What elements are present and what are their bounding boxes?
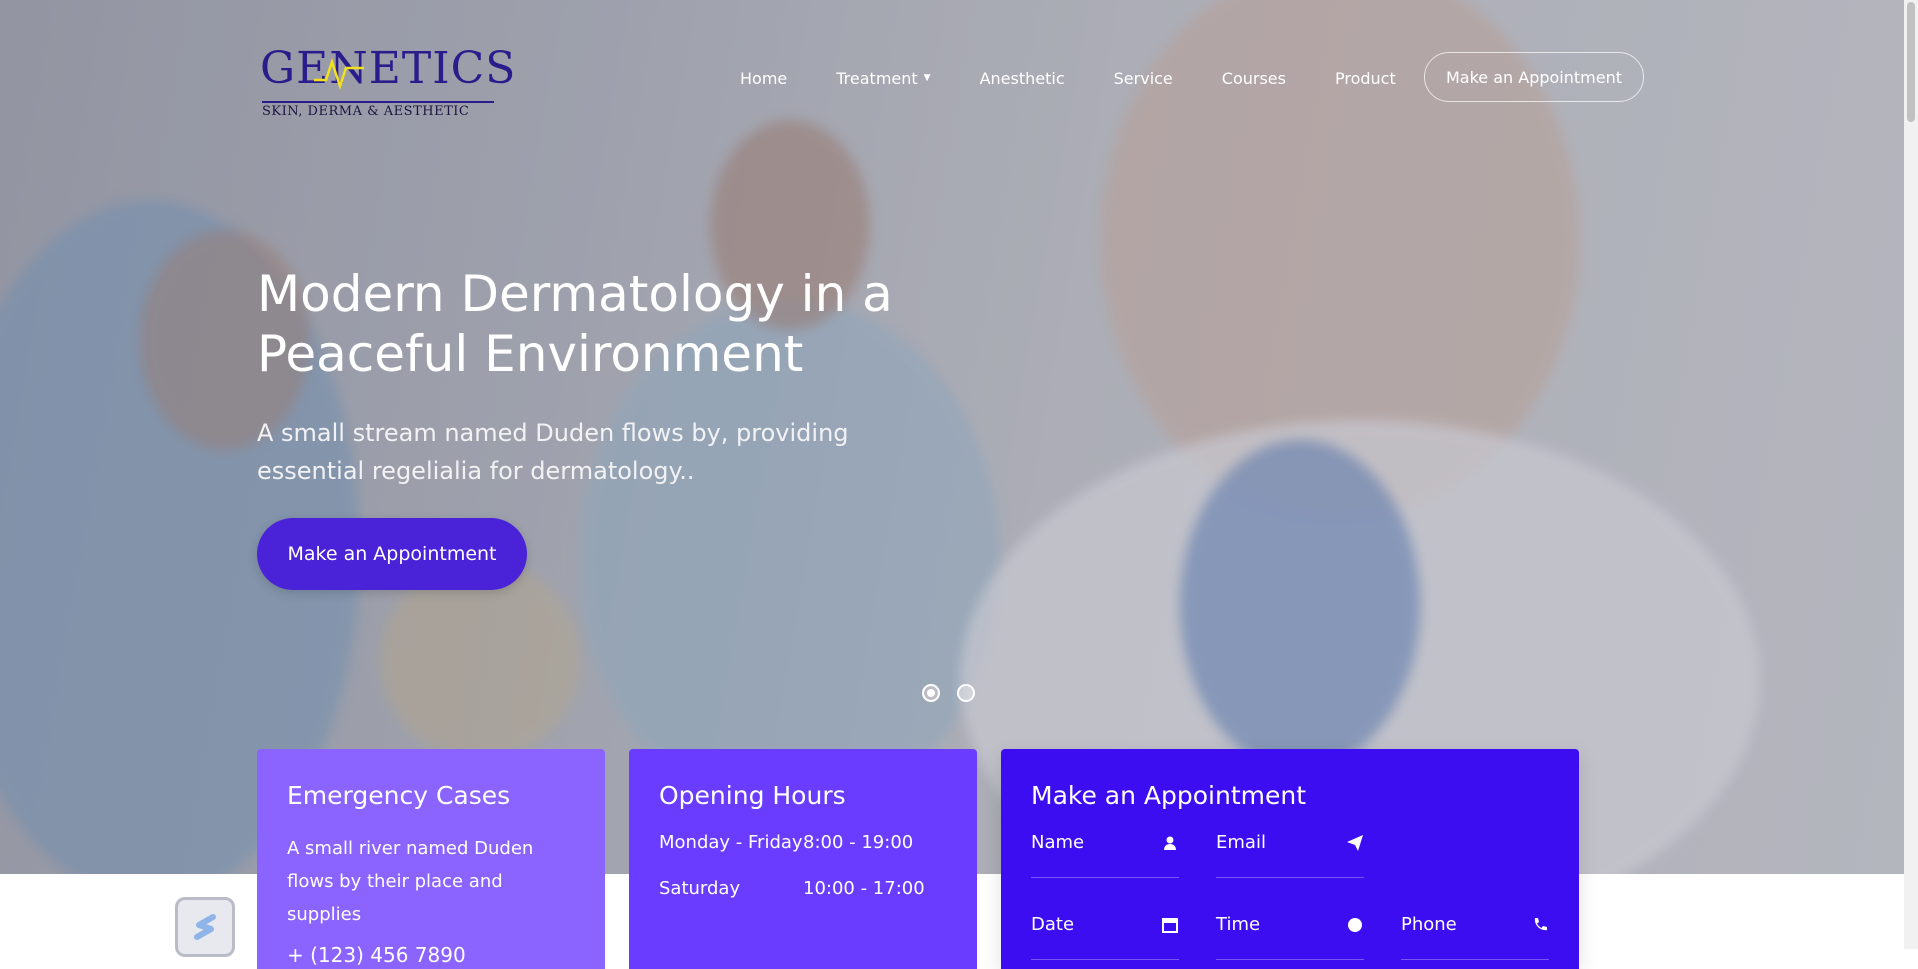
caret-down-icon: ▼ <box>923 73 931 83</box>
logo-tagline: SKIN, DERMA & AESTHETIC <box>262 104 470 119</box>
nav-label: Product <box>1334 68 1396 88</box>
hours-time: 8:00 - 19:00 <box>803 832 914 853</box>
name-label: Name <box>1031 832 1085 853</box>
main-nav: Home Treatment ▼ Anesthetic Service Cours… <box>740 52 1445 104</box>
brand-logo[interactable]: GENETICS SKIN, DERMA & AESTHETIC <box>260 44 515 120</box>
nav-courses[interactable]: Courses <box>1222 69 1286 88</box>
page-scrollbar[interactable] <box>1904 0 1918 949</box>
hours-day: Monday - Friday <box>659 832 803 853</box>
nav-product[interactable]: Product <box>1335 69 1396 88</box>
clock-icon <box>1348 918 1362 932</box>
hero-appointment-button[interactable]: Make an Appointment <box>257 518 527 590</box>
phone-icon <box>1534 918 1547 931</box>
calendar-icon <box>1162 918 1178 933</box>
nav-anesthetic[interactable]: Anesthetic <box>980 69 1065 88</box>
nav-treatment[interactable]: Treatment ▼ <box>836 69 930 88</box>
hours-time: 10:00 - 17:00 <box>803 878 925 899</box>
phone-field[interactable]: Phone <box>1401 914 1549 960</box>
user-icon <box>1164 836 1176 850</box>
logo-s-icon <box>194 914 216 940</box>
nav-appointment-button[interactable]: Make an Appointment <box>1424 52 1644 102</box>
phone-label: Phone <box>1401 914 1457 935</box>
logo-divider <box>262 101 494 103</box>
email-label: Email <box>1216 832 1266 853</box>
hours-row: Saturday 10:00 - 17:00 <box>659 878 947 899</box>
email-field[interactable]: Email <box>1216 832 1364 878</box>
paper-plane-icon <box>1347 835 1363 851</box>
carousel-dots <box>922 684 992 702</box>
nav-home[interactable]: Home <box>740 69 787 88</box>
date-label: Date <box>1031 914 1075 935</box>
time-field[interactable]: Time <box>1216 914 1364 960</box>
hours-row: Monday - Friday 8:00 - 19:00 <box>659 832 947 853</box>
nav-service[interactable]: Service <box>1114 69 1173 88</box>
floating-app-icon[interactable] <box>175 897 235 957</box>
emergency-text: A small river named Duden flows by their… <box>287 838 534 925</box>
emergency-title: Emergency Cases <box>287 781 511 810</box>
hero-banner: GENETICS SKIN, DERMA & AESTHETIC Home Tr… <box>0 0 1904 874</box>
nav-label: Anesthetic <box>979 68 1065 88</box>
carousel-dot-2[interactable] <box>957 684 975 702</box>
time-label: Time <box>1216 914 1261 935</box>
nav-label: Treatment <box>836 68 918 88</box>
emergency-card: Emergency Cases A small river named Dude… <box>257 749 605 969</box>
nav-label: Courses <box>1221 68 1286 88</box>
appointment-card: Make an Appointment Name Email Date Time… <box>1001 749 1579 969</box>
hours-card: Opening Hours Monday - Friday 8:00 - 19:… <box>629 749 977 969</box>
carousel-dot-1[interactable] <box>922 684 940 702</box>
hero-title: Modern Dermatology in a Peaceful Environ… <box>257 265 893 383</box>
date-field[interactable]: Date <box>1031 914 1179 960</box>
hero-subtitle: A small stream named Duden flows by, pro… <box>257 419 849 485</box>
name-field[interactable]: Name <box>1031 832 1179 878</box>
appointment-title: Make an Appointment <box>1031 781 1307 810</box>
hours-title: Opening Hours <box>659 781 846 810</box>
nav-label: Service <box>1113 68 1173 88</box>
nav-label: Home <box>740 68 788 88</box>
emergency-phone[interactable]: + (123) 456 7890 <box>287 943 575 967</box>
hours-day: Saturday <box>659 878 741 899</box>
logo-wordmark: GENETICS <box>260 43 517 94</box>
logo-pulse-icon <box>314 58 364 90</box>
scrollbar-thumb[interactable] <box>1907 2 1915 122</box>
